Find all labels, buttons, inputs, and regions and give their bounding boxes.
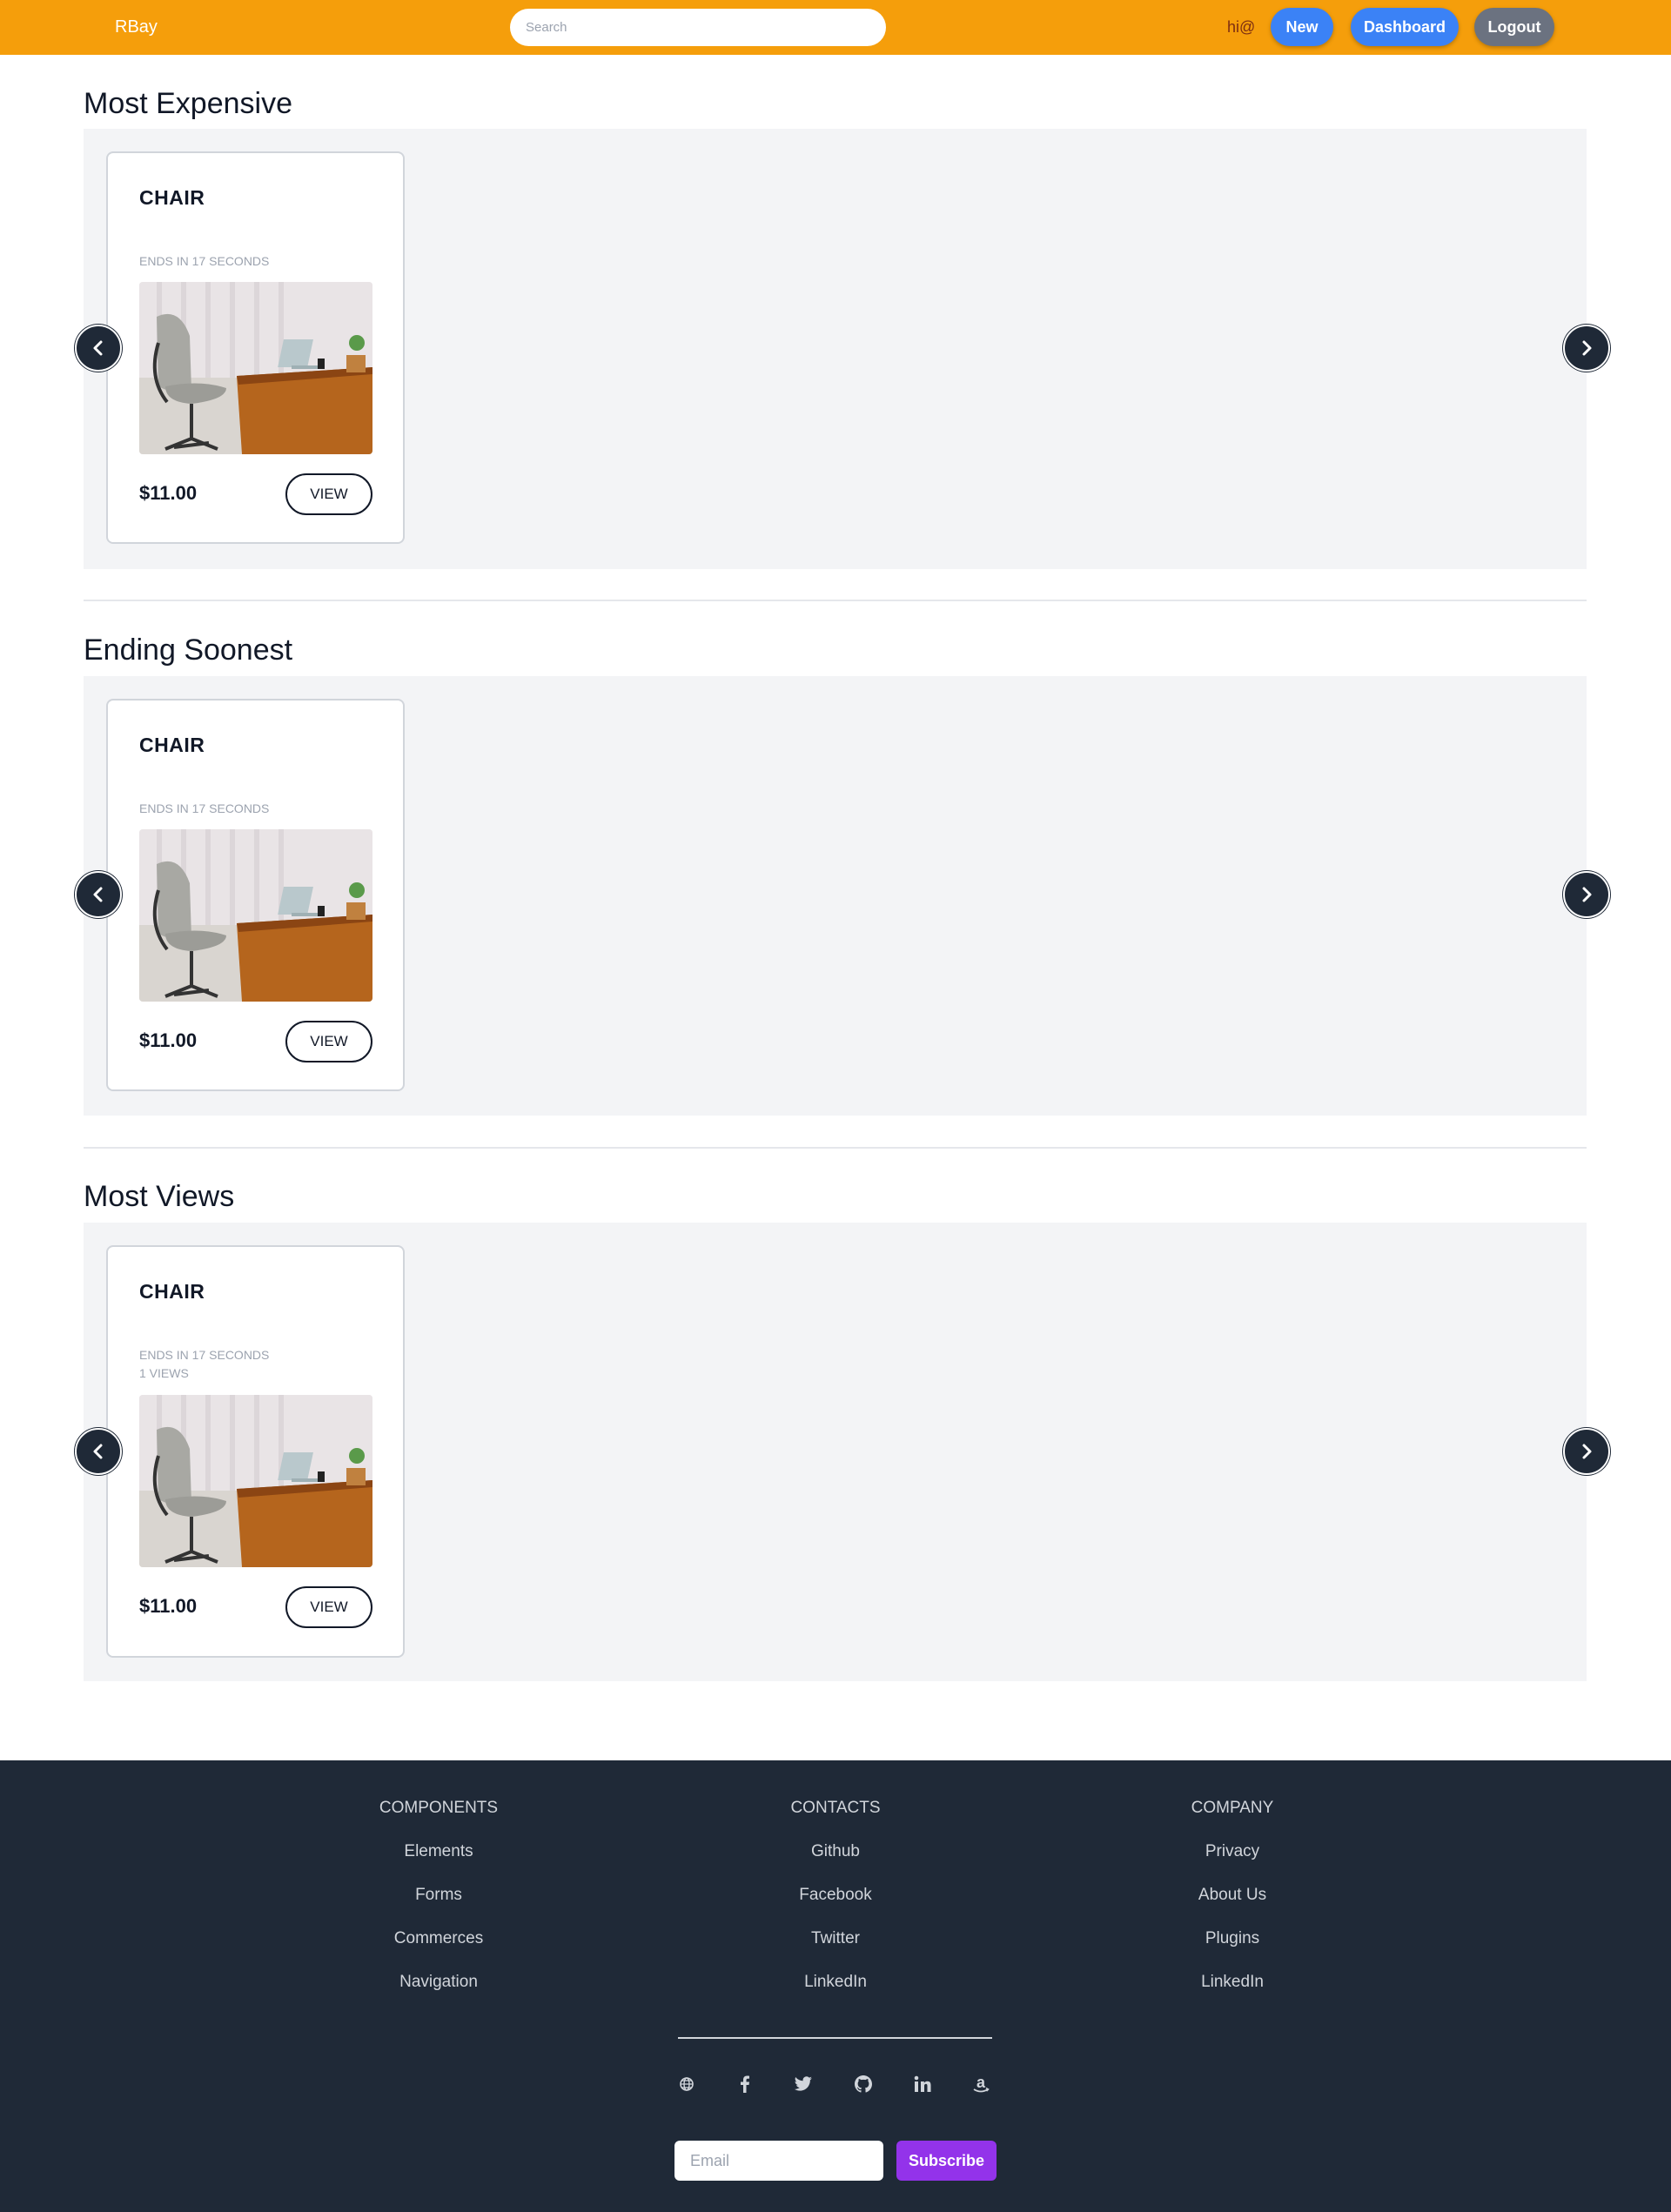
item-title: CHAIR bbox=[139, 186, 205, 209]
chevron-left-icon bbox=[93, 1444, 103, 1459]
chair-desk-photo bbox=[139, 282, 372, 454]
chevron-right-icon bbox=[1582, 340, 1592, 356]
logout-button[interactable]: Logout bbox=[1474, 8, 1554, 46]
footer-link[interactable]: Navigation bbox=[308, 1969, 569, 2013]
footer-link[interactable]: Plugins bbox=[1102, 1926, 1363, 1969]
social-links: a bbox=[0, 2071, 1671, 2097]
footer-heading: CONTACTS bbox=[790, 1799, 881, 1817]
section-title-most-expensive: Most Expensive bbox=[84, 87, 292, 120]
new-button[interactable]: New bbox=[1271, 8, 1333, 46]
carousel-most-views: CHAIR ENDS IN 17 SECONDS 1 VIEWS $11.00 … bbox=[84, 1223, 1587, 1681]
site-footer: COMPONENTS Elements Forms Commerces Navi… bbox=[0, 1760, 1671, 2212]
section-title-most-views: Most Views bbox=[84, 1180, 235, 1213]
view-button[interactable]: VIEW bbox=[285, 1586, 372, 1628]
globe-icon[interactable] bbox=[674, 2071, 700, 2097]
chair-desk-photo bbox=[139, 829, 372, 1002]
carousel-prev-button[interactable] bbox=[75, 325, 122, 372]
item-image[interactable] bbox=[139, 282, 372, 454]
footer-link[interactable]: Twitter bbox=[705, 1926, 966, 1969]
footer-column-contacts: CONTACTS Github Facebook Twitter LinkedI… bbox=[705, 1795, 966, 2013]
footer-heading: COMPONENTS bbox=[379, 1799, 499, 1817]
item-ends-in: ENDS IN 17 SECONDS bbox=[139, 801, 270, 815]
section-title-ending-soonest: Ending Soonest bbox=[84, 633, 293, 667]
item-card: CHAIR ENDS IN 17 SECONDS $11.00 VIEW bbox=[106, 151, 405, 544]
carousel-ending-soonest: CHAIR ENDS IN 17 SECONDS $11.00 VIEW bbox=[84, 676, 1587, 1116]
item-meta: ENDS IN 17 SECONDS 1 VIEWS bbox=[139, 1346, 269, 1383]
view-button[interactable]: VIEW bbox=[285, 473, 372, 515]
section-divider bbox=[84, 1147, 1587, 1149]
carousel-next-button[interactable] bbox=[1563, 1428, 1610, 1475]
user-greeting: hi@ bbox=[1227, 18, 1256, 36]
search-input[interactable] bbox=[510, 9, 886, 46]
footer-heading: COMPANY bbox=[1191, 1799, 1274, 1817]
item-meta: ENDS IN 17 SECONDS bbox=[139, 252, 269, 271]
footer-link[interactable]: Commerces bbox=[308, 1926, 569, 1969]
footer-link[interactable]: LinkedIn bbox=[705, 1969, 966, 2013]
view-button[interactable]: VIEW bbox=[285, 1021, 372, 1062]
item-title: CHAIR bbox=[139, 734, 205, 756]
chevron-right-icon bbox=[1582, 1444, 1592, 1459]
linkedin-icon[interactable] bbox=[909, 2071, 936, 2097]
carousel-next-button[interactable] bbox=[1563, 871, 1610, 918]
item-meta: ENDS IN 17 SECONDS bbox=[139, 800, 269, 818]
item-card: CHAIR ENDS IN 17 SECONDS 1 VIEWS $11.00 … bbox=[106, 1245, 405, 1658]
chair-desk-photo bbox=[139, 1395, 372, 1567]
item-ends-in: ENDS IN 17 SECONDS bbox=[139, 254, 270, 268]
chevron-left-icon bbox=[93, 340, 103, 356]
item-ends-in: ENDS IN 17 SECONDS bbox=[139, 1348, 270, 1362]
github-icon[interactable] bbox=[850, 2071, 876, 2097]
brand-logo[interactable]: RBay bbox=[115, 17, 158, 37]
footer-link[interactable]: Privacy bbox=[1102, 1839, 1363, 1882]
footer-column-components: COMPONENTS Elements Forms Commerces Navi… bbox=[308, 1795, 569, 2013]
item-price: $11.00 bbox=[139, 482, 198, 504]
item-price: $11.00 bbox=[139, 1595, 198, 1617]
carousel-next-button[interactable] bbox=[1563, 325, 1610, 372]
facebook-icon[interactable] bbox=[732, 2071, 758, 2097]
footer-divider bbox=[678, 2037, 992, 2039]
footer-column-company: COMPANY Privacy About Us Plugins LinkedI… bbox=[1102, 1795, 1363, 2013]
svg-text:a: a bbox=[976, 2075, 986, 2091]
subscribe-button[interactable]: Subscribe bbox=[896, 2141, 997, 2181]
footer-link[interactable]: LinkedIn bbox=[1102, 1969, 1363, 2013]
amazon-icon[interactable]: a bbox=[968, 2071, 994, 2097]
top-navbar: RBay hi@ New Dashboard Logout bbox=[0, 0, 1671, 55]
carousel-most-expensive: CHAIR ENDS IN 17 SECONDS $11.00 VIEW bbox=[84, 129, 1587, 569]
dashboard-button[interactable]: Dashboard bbox=[1351, 8, 1459, 46]
footer-link[interactable]: Elements bbox=[308, 1839, 569, 1882]
item-image[interactable] bbox=[139, 1395, 372, 1567]
item-view-count: 1 VIEWS bbox=[139, 1366, 189, 1380]
footer-link[interactable]: About Us bbox=[1102, 1882, 1363, 1926]
item-price: $11.00 bbox=[139, 1029, 198, 1051]
item-title: CHAIR bbox=[139, 1280, 205, 1303]
footer-link[interactable]: Github bbox=[705, 1839, 966, 1882]
chevron-right-icon bbox=[1582, 887, 1592, 902]
item-image[interactable] bbox=[139, 829, 372, 1002]
email-field[interactable] bbox=[674, 2141, 883, 2181]
footer-link[interactable]: Facebook bbox=[705, 1882, 966, 1926]
chevron-left-icon bbox=[93, 887, 103, 902]
carousel-prev-button[interactable] bbox=[75, 871, 122, 918]
carousel-prev-button[interactable] bbox=[75, 1428, 122, 1475]
twitter-icon[interactable] bbox=[790, 2071, 816, 2097]
section-divider bbox=[84, 600, 1587, 601]
footer-link[interactable]: Forms bbox=[308, 1882, 569, 1926]
item-card: CHAIR ENDS IN 17 SECONDS $11.00 VIEW bbox=[106, 699, 405, 1091]
